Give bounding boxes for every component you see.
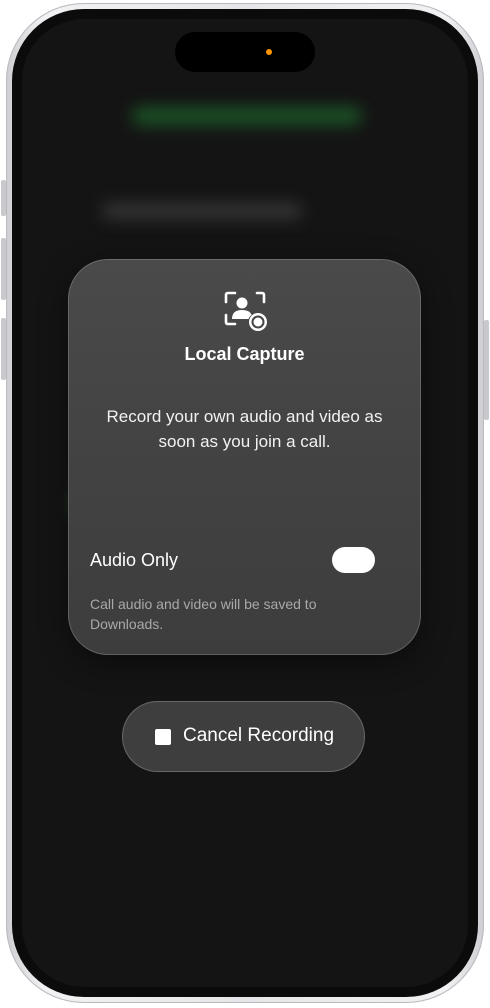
side-button [484,320,489,420]
audio-only-label: Audio Only [90,550,179,570]
phone-screen: Local Capture Record your own audio and … [22,19,468,987]
action-button [1,180,6,216]
save-location-note: Call audio and video will be saved to Do… [90,596,317,632]
blurred-background-text [102,204,302,218]
person-capture-icon [224,291,267,331]
card-description: Record your own audio and video as soon … [106,407,383,451]
cancel-recording-button[interactable]: Cancel Recording [122,701,365,772]
cancel-recording-label: Cancel Recording [183,725,335,746]
dynamic-island [175,32,315,72]
local-capture-card: Local Capture Record your own audio and … [68,259,421,655]
card-title: Local Capture [184,344,305,364]
recording-indicator-dot [266,49,272,55]
toggle-knob [352,550,372,570]
page: Local Capture Record your own audio and … [0,0,490,1008]
blurred-background-title [132,107,362,125]
volume-down-button [1,318,6,380]
stop-icon [155,729,171,745]
audio-only-toggle[interactable] [332,547,375,573]
volume-up-button [1,238,6,300]
